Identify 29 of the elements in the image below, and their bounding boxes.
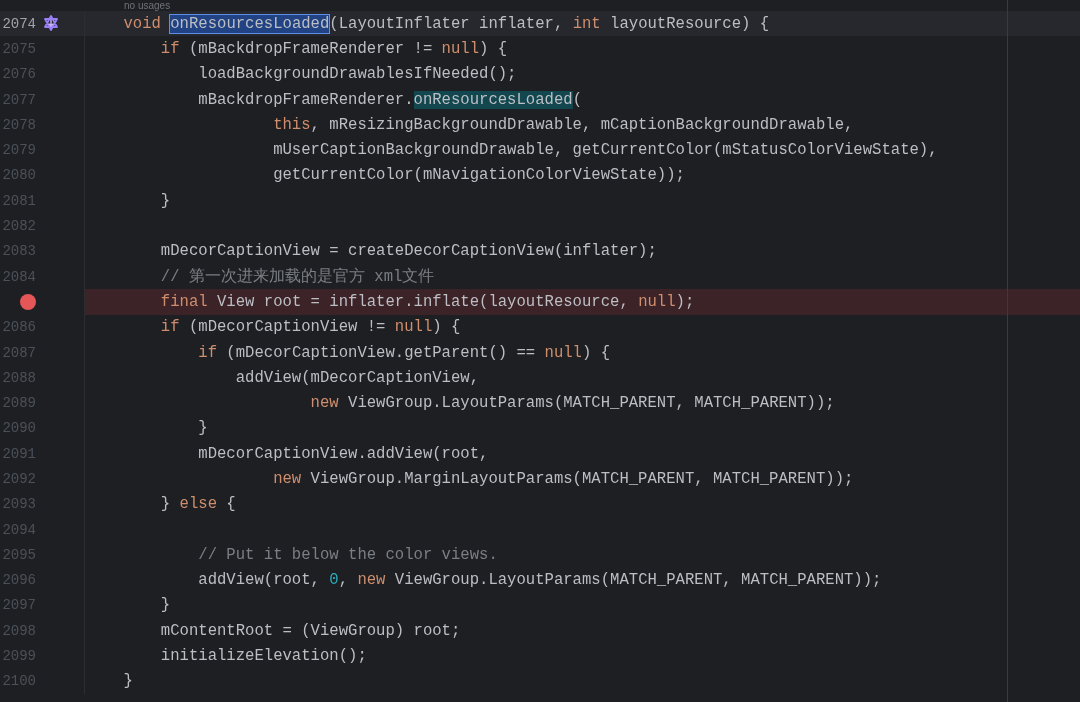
code-line: new ViewGroup.MarginLayoutParams(MATCH_PARENT, MATCH_PARENT)); [272, 470, 854, 488]
code-line: // 第一次进来加载的是官方 xml文件 [159, 266, 435, 288]
breakpoint-icon[interactable] [20, 294, 36, 311]
code-line: void onResourcesLoaded(LayoutInflater inflater, int layoutResource) { [122, 14, 770, 33]
code-line: new ViewGroup.LayoutParams(MATCH_PARENT, MATCH_PARENT)); [309, 394, 835, 413]
code-line: loadBackgroundDrawablesIfNeeded(); [197, 65, 517, 84]
hexagram-icon[interactable] [43, 15, 59, 31]
code-line: if (mDecorCaptionView.getParent() == null) { [197, 343, 611, 362]
code-line: if (mBackdropFrameRenderer != null) { [159, 39, 508, 58]
code-line: } else { [159, 495, 236, 514]
code-line: addView(root, 0, new ViewGroup.LayoutParams(MATCH_PARENT, MATCH_PARENT)); [197, 571, 882, 590]
code-line: final View root = inflater.inflate(layoutResource, null); [159, 292, 695, 311]
code-line: // Put it below the color views. [197, 545, 498, 564]
code-line: mUserCaptionBackgroundDrawable, getCurrentColor(mStatusColorViewState), [272, 141, 938, 160]
usage-hint[interactable]: no usages [124, 0, 171, 11]
code-line: initializeElevation(); [159, 647, 367, 666]
code-line: } [197, 419, 208, 438]
code-line: mBackdropFrameRenderer.onResourcesLoaded( [197, 90, 582, 109]
code-line: if (mDecorCaptionView != null) { [159, 318, 461, 337]
code-line: mDecorCaptionView.addView(root, [197, 444, 489, 463]
code-line: this, mResizingBackgroundDrawable, mCaptionBackgroundDrawable, [272, 115, 854, 134]
code-line: } [159, 596, 171, 615]
code-line: } [122, 672, 133, 691]
code-line: mContentRoot = (ViewGroup) root; [159, 621, 461, 640]
code-line: addView(mDecorCaptionView, [234, 368, 480, 387]
code-line: mDecorCaptionView = createDecorCaptionView(inflater); [159, 242, 657, 261]
line-number: 2074 [1, 15, 36, 32]
code-line: } [159, 191, 171, 210]
code-line: getCurrentColor(mNavigationColorViewState)); [272, 166, 685, 185]
